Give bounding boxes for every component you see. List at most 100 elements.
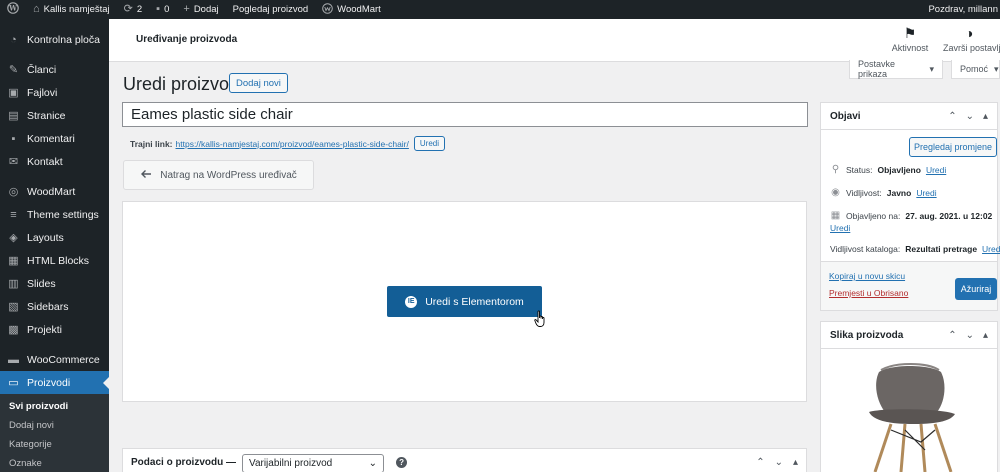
move-up-icon[interactable]: ⌃: [756, 457, 764, 468]
submenu-tags[interactable]: Oznake: [0, 454, 109, 472]
back-button-label: Natrag na WordPress uređivač: [160, 169, 297, 181]
menu-dashboard[interactable]: ◔ Kontrolna ploča: [0, 28, 109, 51]
screen-options-tab[interactable]: Postavke prikaza ▾: [849, 59, 943, 79]
permalink-edit-button[interactable]: Uredi: [413, 136, 446, 151]
menu-theme-settings[interactable]: ≡ Theme settings: [0, 203, 109, 226]
site-name: Kallis namještaj: [43, 4, 110, 15]
catalog-edit-link[interactable]: Uredi: [982, 244, 1000, 254]
menu-label: Fajlovi: [27, 86, 58, 99]
menu-label: Stranice: [27, 109, 66, 122]
svg-text:W: W: [8, 4, 17, 13]
blocks-icon: ▦: [8, 255, 19, 267]
box-controls: ⌃ ⌄ ▴: [756, 457, 806, 468]
permalink: Trajni link: https://kallis-namjestaj.co…: [130, 136, 446, 151]
menu-projects[interactable]: ▩ Projekti: [0, 318, 109, 341]
wordpress-logo-menu[interactable]: W: [0, 0, 26, 19]
menu-sidebars[interactable]: ▧ Sidebars: [0, 295, 109, 318]
edit-with-elementor-button[interactable]: IE Uredi s Elementorom: [387, 286, 542, 317]
catalog-visibility-row: Vidljivost kataloga: Rezultati pretrage …: [830, 244, 1000, 254]
product-type-select[interactable]: Varijabilni proizvod ⌄: [242, 454, 385, 472]
move-down-icon[interactable]: ⌄: [966, 330, 974, 341]
updates-menu[interactable]: ⟳ 2: [117, 0, 150, 19]
menu-comments[interactable]: ▪ Komentari: [0, 127, 109, 150]
help-tab-label: Pomoć: [960, 64, 989, 74]
activity-button[interactable]: ⚑ Aktivnost: [884, 23, 936, 53]
menu-posts[interactable]: ✎ Članci: [0, 58, 109, 81]
comments-menu[interactable]: ▪ 0: [149, 0, 176, 19]
menu-label: HTML Blocks: [27, 254, 90, 267]
elementor-button-label: Uredi s Elementorom: [425, 295, 524, 308]
menu-woocommerce[interactable]: ▬ WooCommerce: [0, 348, 109, 371]
menu-label: Layouts: [27, 231, 64, 244]
menu-contact[interactable]: ✉ Kontakt: [0, 150, 109, 173]
move-down-icon[interactable]: ⌄: [775, 457, 783, 468]
menu-media[interactable]: ▣ Fajlovi: [0, 81, 109, 104]
comment-icon: ▪: [156, 3, 161, 15]
menu-label: WoodMart: [27, 185, 76, 198]
submenu-categories[interactable]: Kategorije: [0, 435, 109, 454]
status-edit-link[interactable]: Uredi: [926, 165, 946, 175]
products-submenu: Svi proizvodi Dodaj novi Kategorije Ozna…: [0, 394, 109, 472]
move-down-icon[interactable]: ⌄: [966, 111, 974, 122]
submenu-all-products[interactable]: Svi proizvodi: [0, 397, 109, 416]
toggle-panel-icon[interactable]: ▴: [983, 111, 988, 122]
progress-circle-icon: ◑: [965, 25, 974, 41]
toggle-panel-icon[interactable]: ▴: [983, 330, 988, 341]
help-icon[interactable]: ?: [396, 457, 408, 468]
my-account-menu[interactable]: Pozdrav, millann: [921, 0, 1000, 19]
menu-woodmart[interactable]: ◎ WoodMart: [0, 180, 109, 203]
catalog-value: Rezultati pretrage: [905, 244, 978, 254]
header-title: Uređivanje proizvoda: [136, 34, 238, 45]
product-title-input[interactable]: [122, 102, 808, 127]
view-product-link[interactable]: Pogledaj proizvod: [226, 0, 316, 19]
back-to-wordpress-editor-button[interactable]: Natrag na WordPress uređivač: [123, 160, 314, 190]
copy-to-draft-link[interactable]: Kopiraj u novu skicu: [829, 271, 905, 281]
updates-count: 2: [136, 4, 143, 15]
product-image[interactable]: [851, 362, 971, 472]
visibility-edit-link[interactable]: Uredi: [916, 188, 936, 198]
permalink-url[interactable]: https://kallis-namjestaj.com/proizvod/ea…: [176, 139, 409, 149]
menu-pages[interactable]: ▤ Stranice: [0, 104, 109, 127]
arrow-left-icon: [140, 169, 152, 182]
site-name-menu[interactable]: ⌂ Kallis namještaj: [26, 0, 117, 19]
submenu-add-new[interactable]: Dodaj novi: [0, 416, 109, 435]
status-label: Status:: [846, 164, 873, 175]
catalog-label: Vidljivost kataloga:: [830, 244, 901, 254]
calendar-icon: ▦: [830, 210, 841, 221]
woocommerce-icon: ▬: [8, 353, 19, 366]
finish-setup-button[interactable]: ◑ Završi postavlj: [943, 23, 1000, 53]
visibility-value: Javno: [886, 187, 912, 198]
dashboard-icon: ◔: [10, 33, 17, 46]
preview-changes-button[interactable]: Pregledaj promjene: [909, 137, 997, 157]
publish-box-title: Objavi: [830, 110, 861, 122]
sidebar-icon: ▧: [8, 301, 19, 313]
portfolio-icon: ▩: [8, 324, 19, 336]
menu-layouts[interactable]: ◈ Layouts: [0, 226, 109, 249]
plus-icon: +: [183, 3, 190, 15]
slides-icon: ▥: [8, 278, 19, 290]
woodmart-menu[interactable]: WoodMart: [315, 0, 388, 19]
woodmart-label: WoodMart: [337, 4, 381, 15]
product-type-value: Varijabilni proizvod: [249, 458, 333, 469]
move-up-icon[interactable]: ⌃: [948, 111, 956, 122]
chevron-down-icon: ⌄: [368, 458, 378, 469]
new-content-menu[interactable]: + Dodaj: [176, 0, 225, 19]
menu-products[interactable]: ▭ Proizvodi: [0, 371, 109, 394]
product-image-title: Slika proizvoda: [830, 329, 904, 341]
menu-html-blocks[interactable]: ▦ HTML Blocks: [0, 249, 109, 272]
published-edit-link[interactable]: Uredi: [830, 223, 850, 233]
caret-down-icon: ▾: [929, 63, 934, 74]
permalink-label: Trajni link:: [130, 138, 173, 149]
menu-slides[interactable]: ▥ Slides: [0, 272, 109, 295]
screen-options-label: Postavke prikaza: [858, 59, 896, 79]
published-value: 27. aug. 2021. u 12:02: [905, 210, 993, 221]
menu-label: Kontakt: [27, 155, 63, 168]
update-button[interactable]: Ažuriraj: [955, 278, 997, 300]
add-new-button[interactable]: Dodaj novi: [229, 73, 288, 93]
toggle-panel-icon[interactable]: ▴: [793, 457, 798, 468]
help-tab[interactable]: Pomoć ▾: [951, 60, 1000, 79]
menu-label: Projekti: [27, 323, 63, 336]
move-up-icon[interactable]: ⌃: [948, 330, 956, 341]
move-to-trash-link[interactable]: Premjesti u Obrisano: [829, 288, 908, 298]
activity-label: Aktivnost: [891, 43, 929, 53]
